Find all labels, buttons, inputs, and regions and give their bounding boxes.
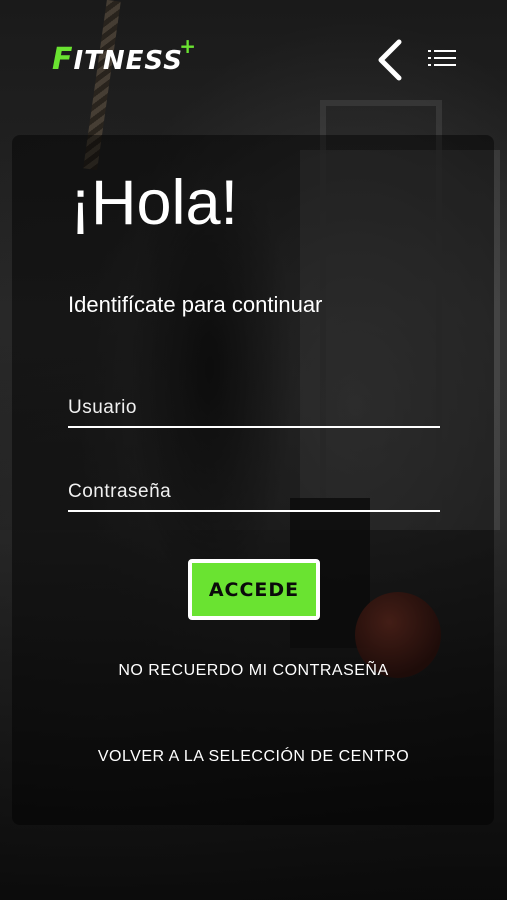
login-subtitle: Identifícate para continuar — [68, 292, 323, 317]
password-field — [68, 474, 440, 512]
list-menu-icon[interactable] — [428, 48, 456, 68]
chevron-left-icon[interactable] — [375, 38, 405, 82]
logo-text: ITNESS — [73, 46, 183, 76]
app-header: FITNESS + — [0, 0, 507, 120]
fitness-logo[interactable]: FITNESS + — [52, 34, 196, 82]
username-input[interactable] — [68, 390, 440, 426]
logo-plus: + — [179, 34, 197, 58]
accede-button[interactable]: ACCEDE — [188, 559, 320, 620]
back-to-center-selection-link[interactable]: VOLVER A LA SELECCIÓN DE CENTRO — [0, 748, 507, 766]
forgot-password-link[interactable]: NO RECUERDO MI CONTRASEÑA — [0, 662, 507, 680]
password-input[interactable] — [68, 474, 440, 510]
greeting-heading: ¡Hola! — [70, 168, 239, 238]
username-field — [68, 390, 440, 428]
logo-initial: F — [52, 42, 74, 77]
